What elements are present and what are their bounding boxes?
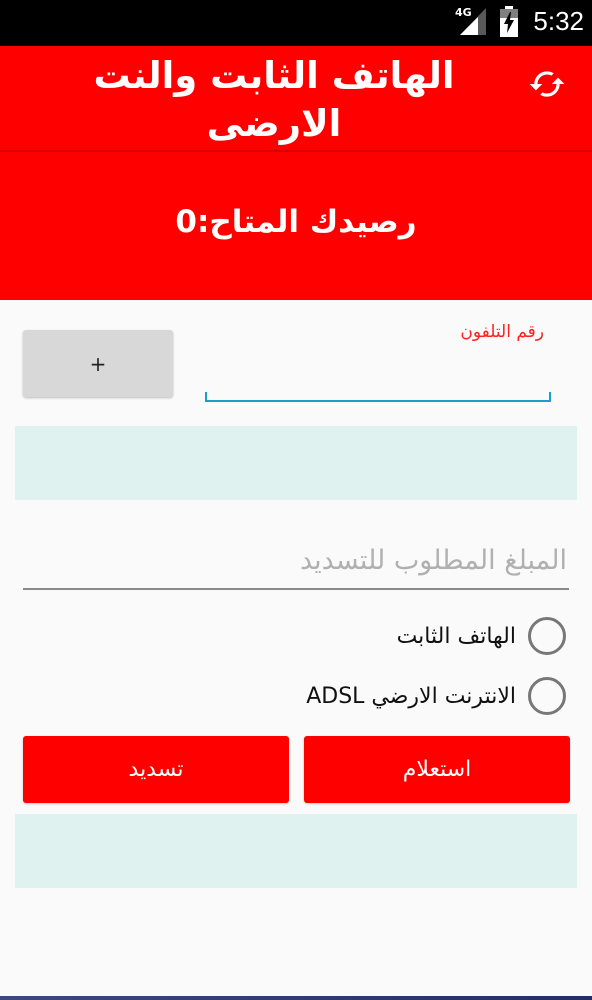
bottom-edge xyxy=(0,996,592,1000)
amount-input[interactable] xyxy=(23,532,569,590)
radio-label: الانترنت الارضي ADSL xyxy=(306,683,516,709)
add-button[interactable]: + xyxy=(23,330,173,397)
status-bar: 4G 5:32 xyxy=(0,0,592,46)
radio-button[interactable] xyxy=(528,617,566,655)
info-box-bottom xyxy=(15,814,577,888)
input-edge xyxy=(205,392,207,402)
refresh-button[interactable] xyxy=(525,62,569,106)
clock: 5:32 xyxy=(533,6,584,36)
radio-option-adsl[interactable]: الانترنت الارضي ADSL xyxy=(306,674,566,718)
main-content: رقم التلفون + الهاتف الثابت الانترنت الا… xyxy=(0,300,592,1000)
app-title: الهاتف الثابت والنت الارضى xyxy=(93,54,455,145)
balance-text: رصيدك المتاح:0 xyxy=(175,204,417,240)
radio-option-landline[interactable]: الهاتف الثابت xyxy=(397,614,566,658)
radio-button[interactable] xyxy=(528,677,566,715)
pay-button[interactable]: تسديد xyxy=(23,736,289,803)
balance-panel: رصيدك المتاح:0 xyxy=(0,152,592,300)
inquiry-button[interactable]: استعلام xyxy=(304,736,570,803)
refresh-icon xyxy=(529,71,565,97)
phone-label: رقم التلفون xyxy=(460,322,544,342)
info-box-top xyxy=(15,426,577,500)
input-edge xyxy=(549,392,551,402)
phone-input[interactable] xyxy=(205,360,551,402)
signal-icon xyxy=(460,8,486,35)
app-bar: الهاتف الثابت والنت الارضى xyxy=(0,46,592,152)
radio-label: الهاتف الثابت xyxy=(396,623,516,649)
battery-charging-icon xyxy=(500,6,518,37)
